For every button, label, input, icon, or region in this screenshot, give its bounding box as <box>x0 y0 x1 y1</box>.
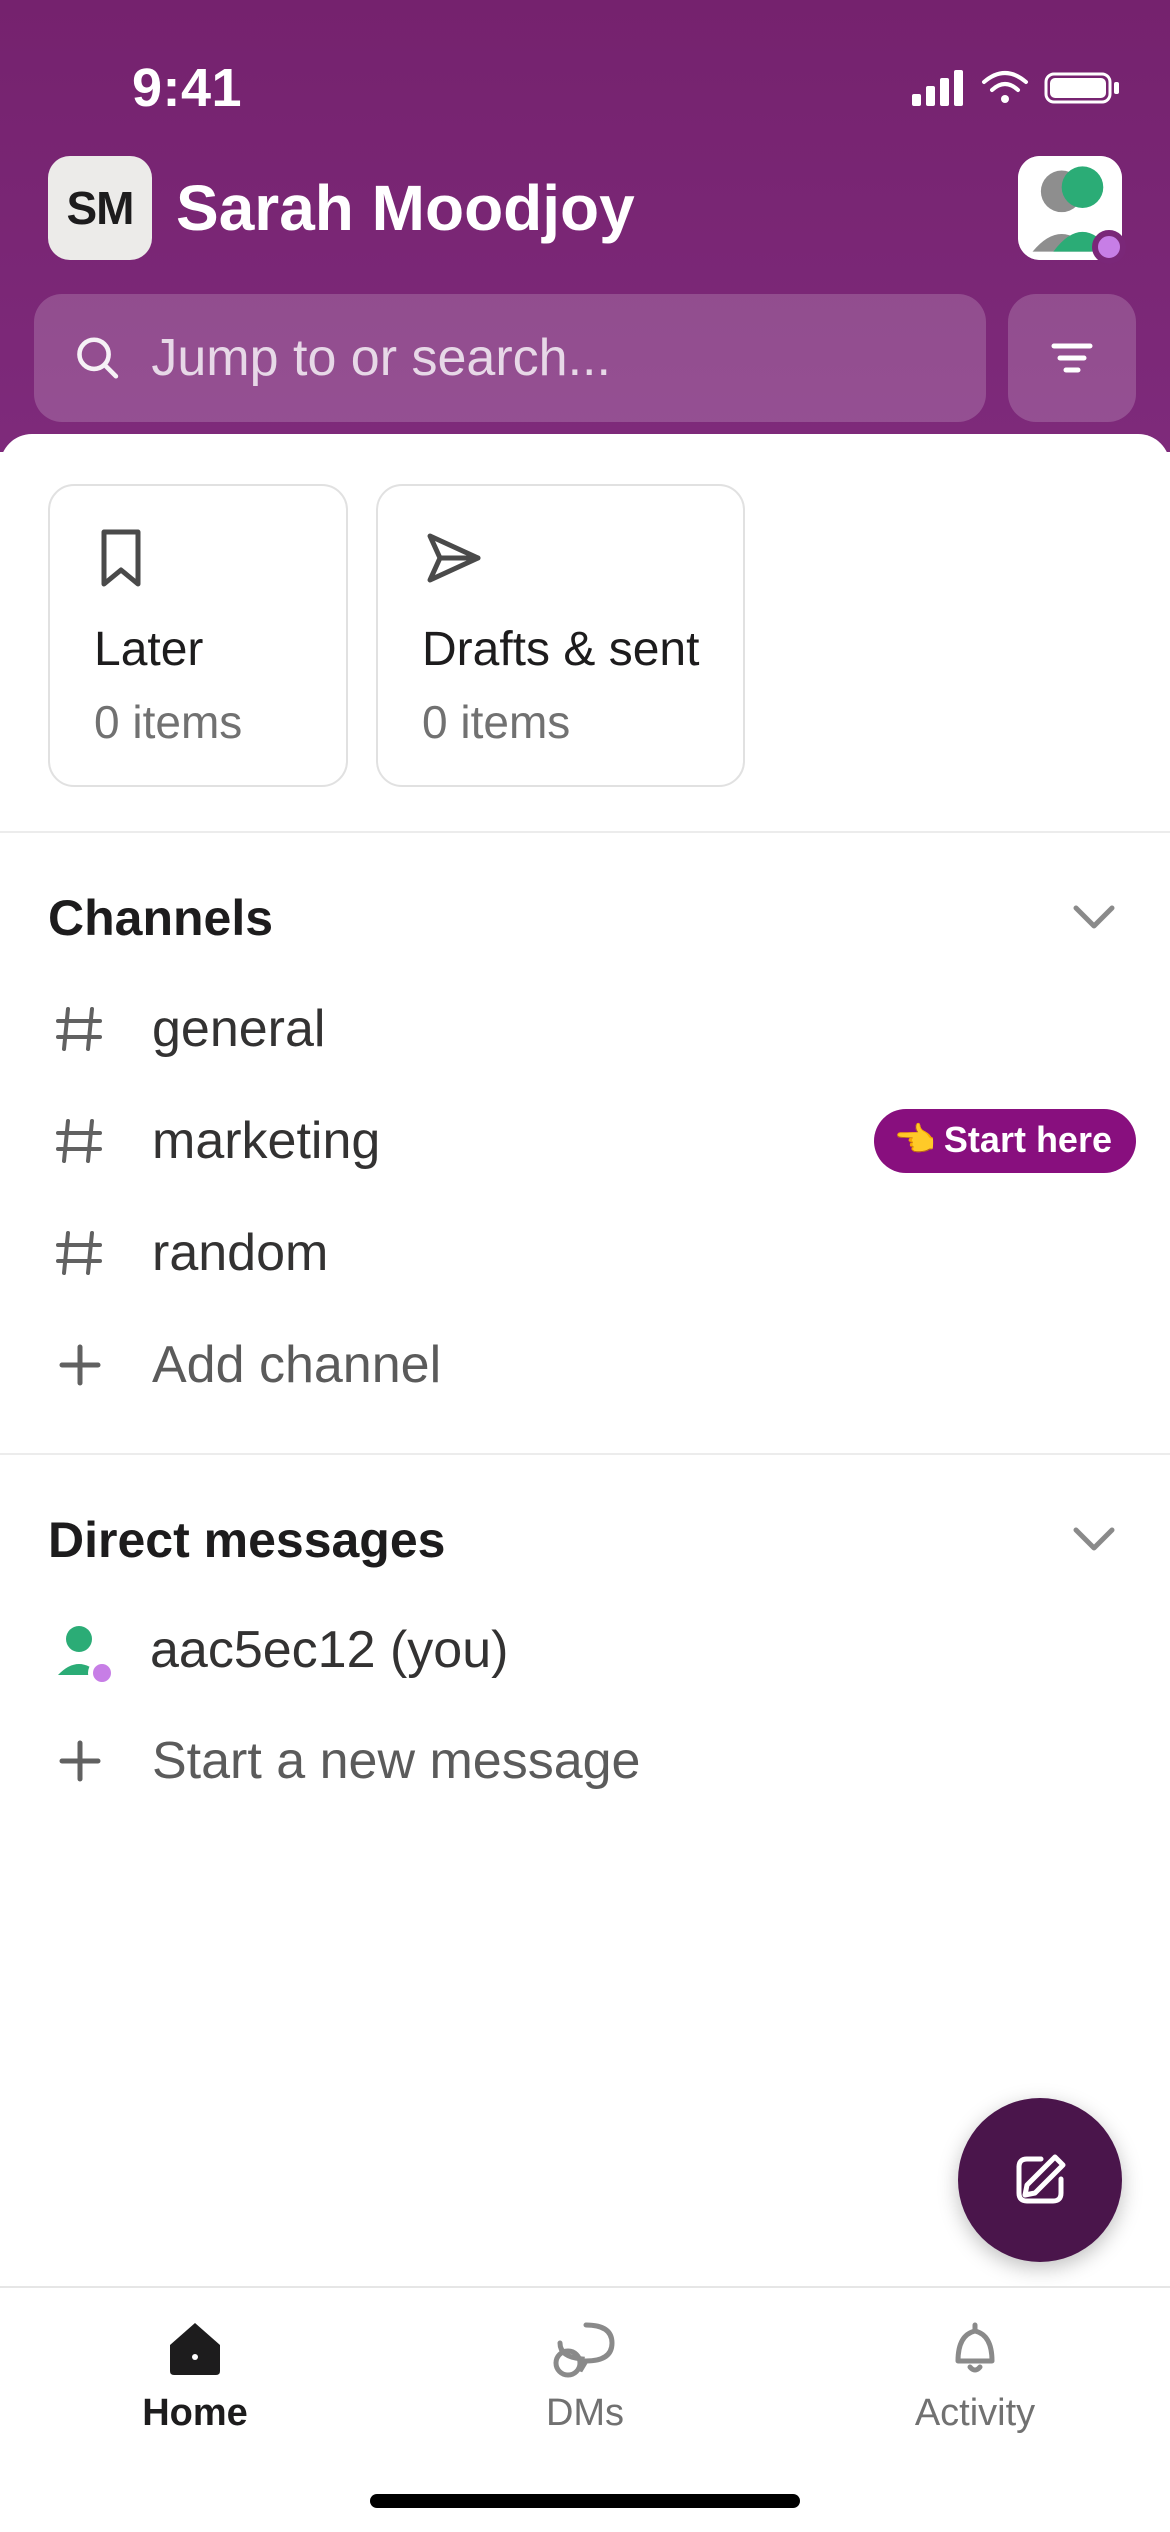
bookmark-icon <box>94 526 148 590</box>
compose-fab[interactable] <box>958 2098 1122 2262</box>
search-input[interactable] <box>151 328 946 388</box>
filter-button[interactable] <box>1008 294 1136 422</box>
hash-icon <box>54 1227 106 1279</box>
search-bar[interactable] <box>34 294 986 422</box>
cellular-icon <box>912 70 966 106</box>
dm-self[interactable]: aac5ec12 (you) <box>0 1595 1170 1705</box>
start-here-badge[interactable]: 👈 Start here <box>874 1109 1136 1173</box>
profile-button[interactable] <box>1018 156 1122 260</box>
tab-home-label: Home <box>142 2392 248 2435</box>
add-channel[interactable]: Add channel <box>0 1309 1170 1421</box>
quick-access-cards: Later 0 items Drafts & sent 0 items <box>0 434 1170 833</box>
compose-icon <box>1005 2145 1075 2215</box>
send-icon <box>422 526 486 590</box>
wifi-icon <box>980 70 1030 106</box>
tab-dms-label: DMs <box>546 2392 624 2435</box>
dm-self-label: aac5ec12 (you) <box>150 1620 1122 1680</box>
bell-icon <box>944 2317 1006 2379</box>
point-left-emoji-icon: 👈 <box>894 1120 936 1160</box>
filter-icon <box>1046 332 1098 384</box>
later-card-title: Later <box>94 622 302 677</box>
start-new-message[interactable]: Start a new message <box>0 1705 1170 1817</box>
status-bar: 9:41 <box>0 28 1170 138</box>
hash-icon <box>54 1003 106 1055</box>
tab-activity[interactable]: Activity <box>780 2314 1170 2532</box>
presence-dot-icon <box>88 1659 116 1687</box>
home-indicator[interactable] <box>370 2494 800 2508</box>
workspace-switcher[interactable]: SM <box>48 156 152 260</box>
channels-header[interactable]: Channels <box>0 873 1170 973</box>
add-channel-label: Add channel <box>152 1335 1122 1395</box>
drafts-card-title: Drafts & sent <box>422 622 699 677</box>
chevron-down-icon <box>1066 890 1122 946</box>
status-icons <box>912 70 1122 106</box>
channel-marketing[interactable]: marketing 👈 Start here <box>0 1085 1170 1197</box>
workspace-name[interactable]: Sarah Moodjoy <box>176 171 994 245</box>
channels-heading: Channels <box>48 889 273 947</box>
channels-section: Channels general <box>0 833 1170 1429</box>
channel-general[interactable]: general <box>0 973 1170 1085</box>
chevron-down-icon <box>1066 1512 1122 1568</box>
plus-icon <box>54 1339 106 1391</box>
dms-header[interactable]: Direct messages <box>0 1495 1170 1595</box>
channel-label: random <box>152 1223 1122 1283</box>
start-here-label: Start here <box>944 1119 1112 1161</box>
dms-icon <box>550 2317 620 2379</box>
search-icon <box>74 332 121 384</box>
tab-activity-label: Activity <box>915 2392 1035 2435</box>
presence-dot-icon <box>1092 230 1126 264</box>
home-icon <box>164 2317 226 2379</box>
plus-icon <box>54 1735 106 1787</box>
workspace-initials: SM <box>67 181 134 235</box>
dms-section: Direct messages aac5ec12 (you) <box>0 1453 1170 1825</box>
channel-label: general <box>152 999 1122 1059</box>
tab-home[interactable]: Home <box>0 2314 390 2532</box>
drafts-card[interactable]: Drafts & sent 0 items <box>376 484 745 787</box>
later-card-sub: 0 items <box>94 695 302 749</box>
drafts-card-sub: 0 items <box>422 695 699 749</box>
hash-icon <box>54 1115 106 1167</box>
start-new-message-label: Start a new message <box>152 1731 1122 1791</box>
status-time: 9:41 <box>132 57 242 119</box>
battery-icon <box>1044 70 1122 106</box>
later-card[interactable]: Later 0 items <box>48 484 348 787</box>
channel-random[interactable]: random <box>0 1197 1170 1309</box>
dms-heading: Direct messages <box>48 1511 445 1569</box>
